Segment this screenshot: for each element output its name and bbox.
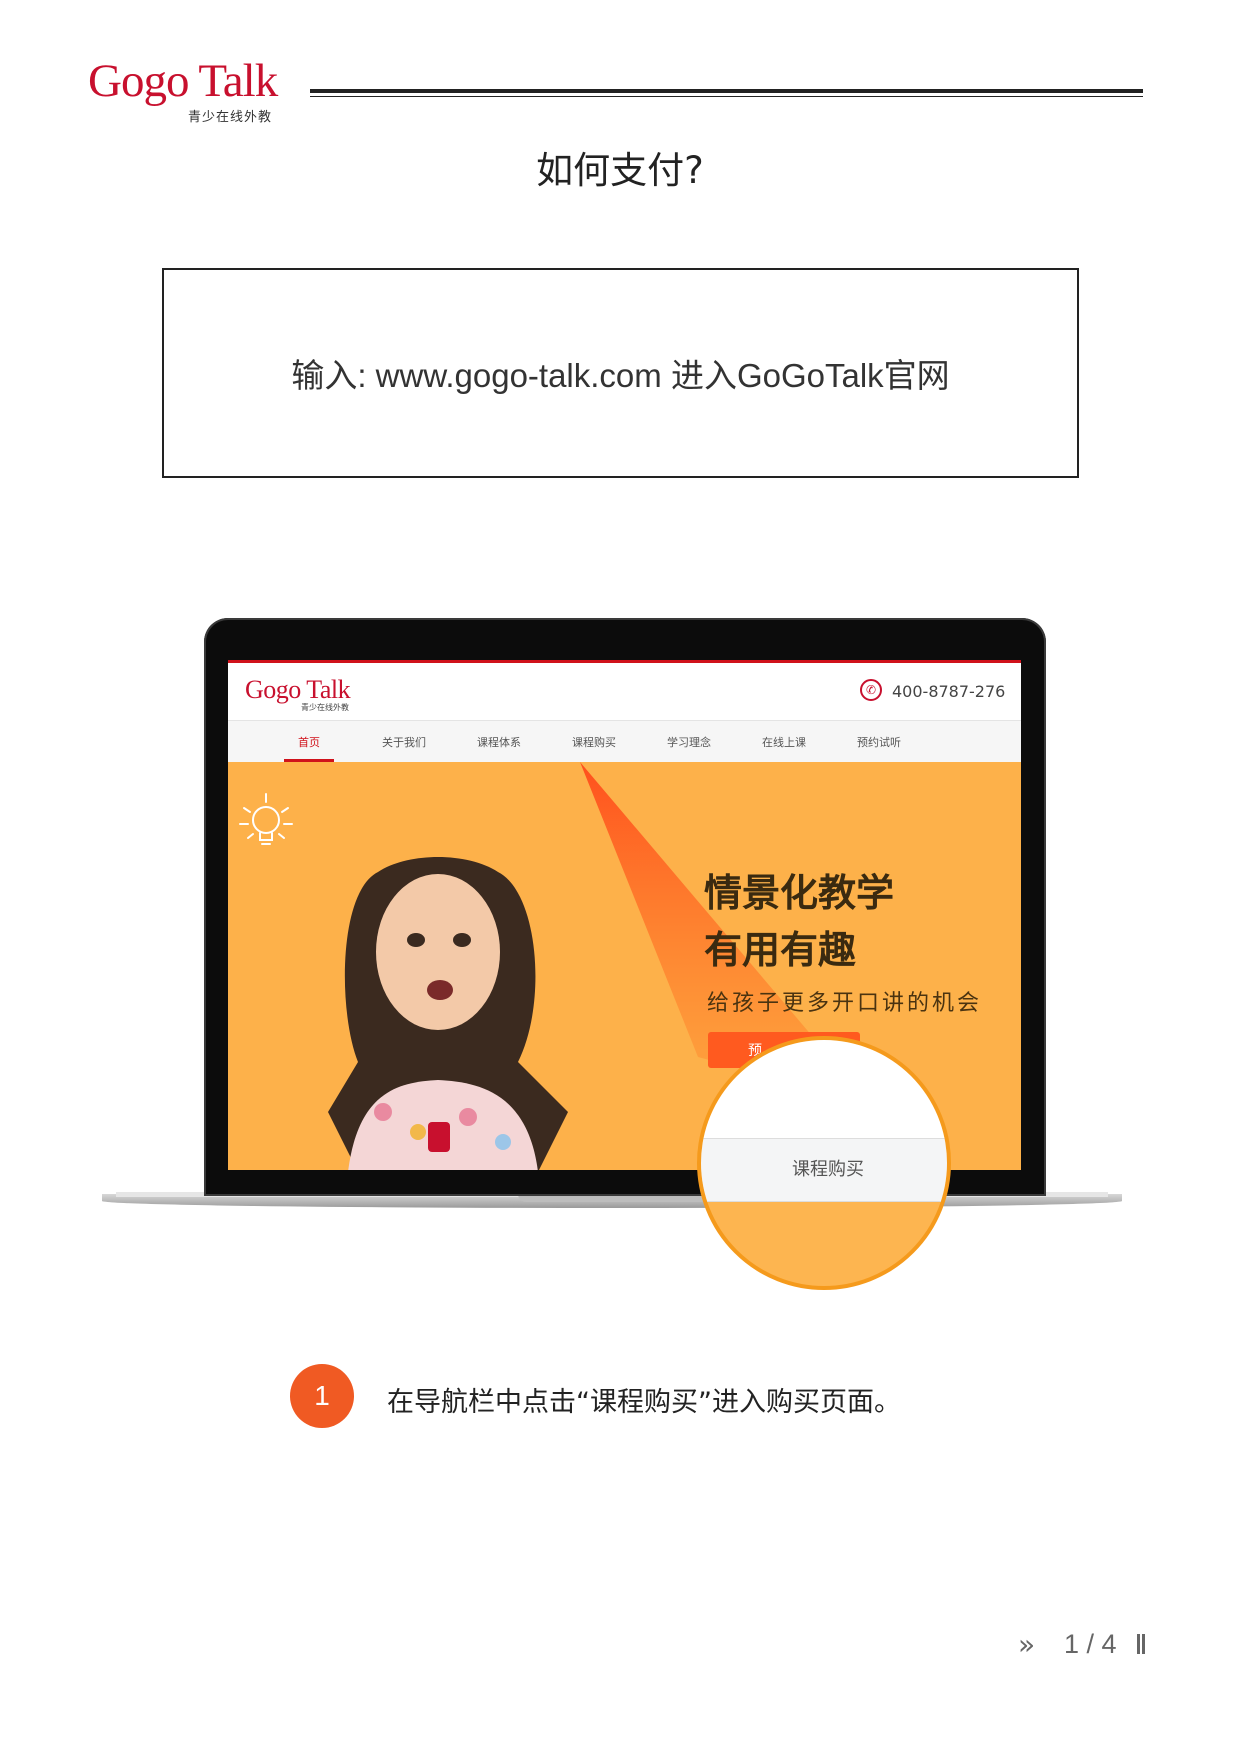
instruction-box: 输入: www.gogo-talk.com 进入GoGoTalk官网: [162, 268, 1079, 478]
magnifier-callout: 课程购买: [697, 1036, 951, 1290]
magnifier-header-area: [701, 1040, 947, 1138]
header-divider-thick: [310, 89, 1143, 93]
pause-icon: [1137, 1634, 1145, 1654]
nav-item-online-class[interactable]: 在线上课: [762, 734, 806, 750]
site-logo: Gogo Talk: [245, 675, 351, 704]
hero-title-line2: 有用有趣: [704, 928, 857, 972]
step-description: 在导航栏中点击“课程购买”进入购买页面。: [387, 1387, 901, 1418]
hero-title-line1: 情景化教学: [704, 871, 895, 915]
page-title: 如何支付?: [536, 149, 704, 192]
step-number-badge: 1: [290, 1364, 354, 1428]
next-page-icon[interactable]: »: [1018, 1628, 1035, 1661]
nav-item-purchase[interactable]: 课程购买: [572, 734, 616, 750]
nav-item-trial[interactable]: 预约试听: [857, 734, 901, 750]
brand-logo-text: Gogo Talk: [88, 55, 278, 107]
nav-item-about[interactable]: 关于我们: [382, 734, 426, 750]
hero-subtitle: 给孩子更多开口讲的机会: [707, 991, 983, 1016]
phone-icon: ✆: [860, 679, 882, 701]
site-nav-bar: 首页 关于我们 课程体系 课程购买 学习理念 在线上课 预约试听: [228, 720, 1021, 763]
nav-item-philosophy[interactable]: 学习理念: [667, 734, 711, 750]
nav-item-curriculum[interactable]: 课程体系: [477, 734, 521, 750]
nav-item-home[interactable]: 首页: [298, 734, 320, 750]
magnifier-nav-label: 课程购买: [792, 1159, 864, 1180]
instruction-text: 输入: www.gogo-talk.com 进入GoGoTalk官网: [291, 357, 950, 394]
site-phone-number: 400-8787-276: [892, 682, 1006, 701]
site-header: Gogo Talk 青少在线外教 ✆ 400-8787-276: [228, 663, 1021, 720]
brand-logo: Gogo Talk 青少在线外教: [88, 58, 288, 128]
page-indicator: 1 / 4: [1064, 1629, 1117, 1659]
header-divider-thin: [310, 96, 1143, 97]
brand-logo-tagline: 青少在线外教: [188, 110, 273, 125]
site-logo-tagline: 青少在线外教: [301, 703, 349, 712]
step-number: 1: [314, 1380, 330, 1411]
child-photo: [328, 857, 568, 1170]
